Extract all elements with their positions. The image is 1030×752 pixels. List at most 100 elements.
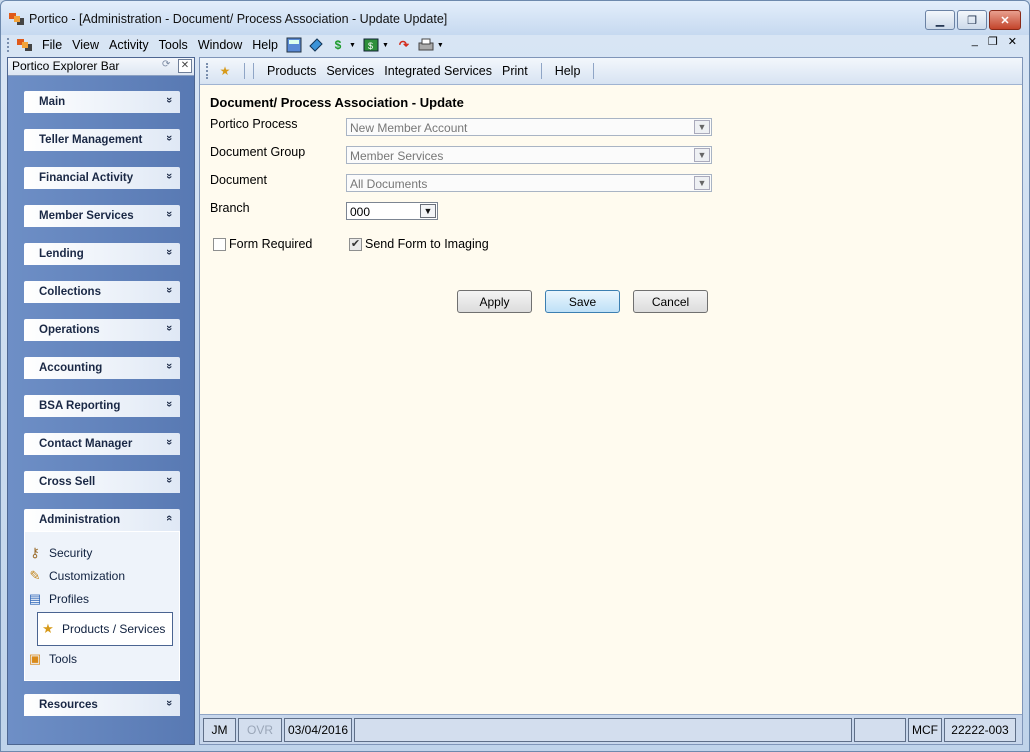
apply-button[interactable]: Apply <box>457 290 532 313</box>
toolbar-print[interactable]: Print <box>497 64 533 78</box>
redo-arrow-icon[interactable]: ↷ <box>395 37 413 53</box>
group-member-services[interactable]: Member Services » <box>24 205 180 227</box>
task-security[interactable]: ⚷ Security <box>25 542 179 564</box>
toolbar-products[interactable]: Products <box>262 64 321 78</box>
status-bar: JM OVR 03/04/2016 MCF 22222-003 <box>200 714 1022 744</box>
chevron-down-icon[interactable]: ▼ <box>437 42 444 49</box>
status-mode: MCF <box>908 718 942 742</box>
toolbar-services[interactable]: Services <box>321 64 379 78</box>
mdi-controls: _ ❐ ✕ <box>972 35 1017 48</box>
portico-process-select[interactable]: New Member Account ▼ <box>346 118 712 136</box>
group-operations[interactable]: Operations » <box>24 319 180 341</box>
explorer-bar: Portico Explorer Bar ⟳ ✕ Main » Teller Ma… <box>7 57 195 745</box>
group-label: Financial Activity <box>39 172 134 184</box>
document-group-value: Member Services <box>350 149 444 163</box>
mdi-close-button[interactable]: ✕ <box>1008 35 1017 48</box>
task-tools[interactable]: ▣ Tools <box>25 648 179 670</box>
toolbar-separator <box>253 63 254 79</box>
checkbox-box[interactable] <box>213 237 226 251</box>
group-label: Resources <box>39 699 98 711</box>
send-to-imaging-label: Send Form to Imaging <box>365 237 489 251</box>
toolbar-separator <box>593 63 595 79</box>
group-teller-management[interactable]: Teller Management » <box>24 129 180 151</box>
maximize-button[interactable]: ❐ <box>957 10 987 30</box>
explorer-header: Portico Explorer Bar ⟳ ✕ <box>8 58 194 76</box>
toolbar-help[interactable]: Help <box>550 64 586 78</box>
menu-view[interactable]: View <box>67 38 104 52</box>
title-bar: Portico - [Administration - Document/ Pr… <box>1 1 1029 35</box>
document-label: Document <box>210 173 267 187</box>
mdi-minimize-button[interactable]: _ <box>972 35 978 48</box>
menu-tools[interactable]: Tools <box>154 38 193 52</box>
chevron-down-icon: » <box>162 286 175 294</box>
portico-logo-icon <box>9 13 24 25</box>
group-label: Accounting <box>39 362 103 374</box>
group-cross-sell[interactable]: Cross Sell » <box>24 471 180 493</box>
printer-icon[interactable] <box>417 37 435 53</box>
portico-menu-icon[interactable] <box>17 37 33 53</box>
group-label: Contact Manager <box>39 438 133 450</box>
products-services-icon[interactable]: ★ <box>216 63 234 79</box>
chevron-down-icon[interactable]: ▼ <box>349 42 356 49</box>
branch-select[interactable]: 000 ▼ <box>346 202 438 220</box>
task-profiles[interactable]: ▤ Profiles <box>25 588 179 610</box>
portico-process-label: Portico Process <box>210 117 298 131</box>
money-tag-icon[interactable] <box>307 37 325 53</box>
group-contact-manager[interactable]: Contact Manager » <box>24 433 180 455</box>
chevron-down-icon: » <box>162 476 175 484</box>
chevron-down-icon: » <box>162 248 175 256</box>
group-label: Lending <box>39 248 84 260</box>
document-group-label: Document Group <box>210 145 306 159</box>
branch-value: 000 <box>350 205 371 219</box>
window-title: Portico - [Administration - Document/ Pr… <box>29 12 448 26</box>
dollar-icon[interactable]: $ <box>329 37 347 53</box>
group-lending[interactable]: Lending » <box>24 243 180 265</box>
main-toolbar: ★ Products Services Integrated Services … <box>200 58 1022 85</box>
menu-file[interactable]: File <box>37 38 67 52</box>
group-bsa-reporting[interactable]: BSA Reporting » <box>24 395 180 417</box>
administration-tasks: ⚷ Security ✎ Customization ▤ Profiles ★ … <box>24 531 180 681</box>
document-group-select[interactable]: Member Services ▼ <box>346 146 712 164</box>
group-label: Administration <box>39 514 121 526</box>
group-resources[interactable]: Resources » <box>24 694 180 716</box>
explorer-title: Portico Explorer Bar <box>12 59 120 73</box>
task-customization[interactable]: ✎ Customization <box>25 565 179 587</box>
group-administration[interactable]: Administration « <box>24 509 180 531</box>
group-main[interactable]: Main » <box>24 91 180 113</box>
customization-icon: ✎ <box>29 568 41 583</box>
menu-activity[interactable]: Activity <box>104 38 154 52</box>
status-user: JM <box>203 718 236 742</box>
group-accounting[interactable]: Accounting » <box>24 357 180 379</box>
group-financial-activity[interactable]: Financial Activity » <box>24 167 180 189</box>
chevron-down-icon: » <box>162 324 175 332</box>
toolbar-grip <box>206 63 210 79</box>
pin-icon[interactable]: ⟳ <box>162 59 176 73</box>
cash-drawer-icon[interactable]: $ <box>362 37 380 53</box>
document-select[interactable]: All Documents ▼ <box>346 174 712 192</box>
close-button[interactable]: ✕ <box>989 10 1021 30</box>
checkmark-icon[interactable]: ✔ <box>349 237 362 251</box>
menu-help[interactable]: Help <box>247 38 283 52</box>
mdi-restore-button[interactable]: ❐ <box>988 35 998 48</box>
form-required-checkbox[interactable]: Form Required <box>213 237 312 251</box>
toolbar-integrated-services[interactable]: Integrated Services <box>379 64 497 78</box>
menu-window[interactable]: Window <box>193 38 247 52</box>
svg-text:$: $ <box>368 41 373 51</box>
minimize-button[interactable]: ▁ <box>925 10 955 30</box>
form-title: Document/ Process Association - Update <box>210 95 464 110</box>
group-label: Member Services <box>39 210 134 222</box>
explorer-close-button[interactable]: ✕ <box>178 59 192 73</box>
group-label: Teller Management <box>39 134 143 146</box>
send-to-imaging-checkbox[interactable]: ✔ Send Form to Imaging <box>349 237 489 251</box>
calculator-icon[interactable] <box>285 37 303 53</box>
chevron-down-icon: » <box>162 96 175 104</box>
task-label: Products / Services <box>62 622 166 636</box>
menu-bar: File View Activity Tools Window Help $ ▼… <box>7 35 1025 55</box>
group-collections[interactable]: Collections » <box>24 281 180 303</box>
status-date: 03/04/2016 <box>284 718 352 742</box>
cancel-button[interactable]: Cancel <box>633 290 708 313</box>
chevron-down-icon[interactable]: ▼ <box>382 42 389 49</box>
task-label: Profiles <box>49 592 90 606</box>
save-button[interactable]: Save <box>545 290 620 313</box>
task-products-services[interactable]: ★ Products / Services <box>37 612 173 646</box>
